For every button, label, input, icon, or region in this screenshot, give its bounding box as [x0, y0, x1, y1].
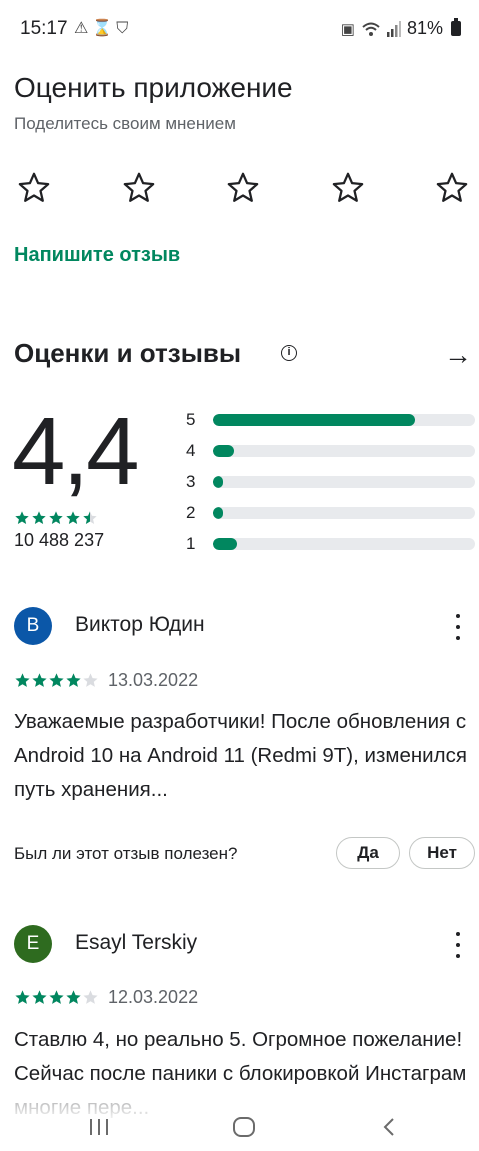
- helpful-yes-button[interactable]: Да: [336, 837, 400, 869]
- status-left-icons: ⚠⌛⛉: [74, 18, 132, 38]
- warning-icon: ⚠: [74, 20, 93, 37]
- helpful-question: Был ли этот отзыв полезен?: [14, 844, 238, 863]
- review-text[interactable]: Уважаемые разработчики! После обновления…: [14, 705, 474, 807]
- review-stars: [14, 672, 99, 689]
- star-outline-icon[interactable]: [223, 168, 263, 208]
- rating-bar-row: 2: [186, 497, 475, 528]
- home-icon[interactable]: [232, 1116, 256, 1138]
- rate-stars-row: [14, 168, 472, 208]
- write-review-link[interactable]: Напишите отзыв: [14, 244, 180, 267]
- rating-bar-track: [213, 413, 475, 426]
- star-filled-icon: [49, 511, 63, 524]
- star-filled-icon: [32, 673, 47, 687]
- rating-bar-label: 4: [186, 440, 196, 460]
- rating-bar-track: [213, 475, 475, 488]
- rating-bar-fill: [213, 413, 415, 426]
- rating-bar-row: 5: [186, 404, 475, 435]
- review-meta: 13.03.2022: [14, 670, 198, 691]
- rating-bar-fill: [213, 537, 237, 550]
- helpful-no-button[interactable]: Нет: [409, 837, 475, 869]
- star-outline-icon[interactable]: [14, 168, 54, 208]
- rating-bar-fill: [213, 506, 224, 519]
- rating-bar-label: 3: [186, 471, 196, 491]
- status-right-icons: ▣ 81%: [341, 18, 461, 39]
- reviewer-name: Esayl Terskiy: [75, 931, 198, 954]
- recent-apps-icon[interactable]: [88, 1116, 110, 1138]
- wifi-icon: [362, 22, 380, 36]
- rating-bar-track: [213, 506, 475, 519]
- star-filled-icon: [32, 511, 46, 524]
- star-filled-icon: [66, 990, 81, 1004]
- average-stars: [14, 510, 98, 526]
- star-half-icon: [83, 511, 97, 524]
- review-stars: [14, 989, 99, 1006]
- info-icon[interactable]: i: [281, 345, 297, 361]
- battery-percent: 81%: [406, 18, 443, 38]
- status-time: 15:17: [20, 18, 68, 39]
- arrow-right-icon[interactable]: →: [444, 339, 472, 371]
- rate-app-subtitle: Поделитесь своим мнением: [14, 114, 236, 133]
- average-score: 4,4: [12, 398, 139, 505]
- star-filled-icon: [49, 673, 64, 687]
- star-empty-icon: [83, 990, 98, 1004]
- more-vert-icon[interactable]: [450, 614, 466, 640]
- reviewer-name: Виктор Юдин: [75, 613, 205, 636]
- hourglass-icon: ⌛: [92, 20, 117, 37]
- status-bar: 15:17 ⚠⌛⛉ ▣ 81%: [0, 0, 479, 58]
- star-outline-icon[interactable]: [119, 168, 159, 208]
- star-filled-icon: [66, 673, 81, 687]
- rating-bar-track: [213, 444, 475, 457]
- rating-bar-fill: [213, 444, 234, 457]
- review-meta: 12.03.2022: [14, 987, 198, 1008]
- shield-icon: ⛉: [116, 20, 133, 37]
- ratings-title: Оценки и отзывы: [14, 338, 242, 368]
- rating-bar-row: 3: [186, 466, 475, 497]
- star-filled-icon: [32, 990, 47, 1004]
- more-vert-icon[interactable]: [450, 932, 466, 958]
- review-date: 13.03.2022: [108, 670, 199, 690]
- star-filled-icon: [49, 990, 64, 1004]
- star-filled-icon: [15, 511, 29, 524]
- battery-icon: [451, 18, 461, 36]
- rating-bar-label: 1: [186, 533, 196, 553]
- ratings-count: 10 488 237: [14, 530, 105, 550]
- star-filled-icon: [15, 673, 30, 687]
- rating-bar-label: 2: [186, 502, 196, 522]
- rating-bar-fill: [213, 475, 224, 488]
- review-date: 12.03.2022: [108, 987, 199, 1007]
- vibrate-icon: ▣: [340, 20, 355, 38]
- rating-distribution: 5 4 3 2 1: [186, 404, 475, 559]
- rating-bar-row: 1: [186, 528, 475, 559]
- star-filled-icon: [15, 990, 30, 1004]
- back-icon[interactable]: [381, 1116, 397, 1138]
- rating-bar-label: 5: [186, 409, 196, 429]
- star-outline-icon[interactable]: [328, 168, 368, 208]
- rate-app-title: Оценить приложение: [14, 72, 293, 103]
- star-empty-icon: [83, 673, 98, 687]
- avatar: E: [14, 925, 52, 963]
- rating-bar-row: 4: [186, 435, 475, 466]
- avatar: B: [14, 607, 52, 645]
- signal-icon: [386, 20, 401, 37]
- navigation-bar: [0, 1110, 479, 1151]
- star-outline-icon[interactable]: [432, 168, 472, 208]
- star-filled-icon: [66, 511, 80, 524]
- rating-bar-track: [213, 537, 475, 550]
